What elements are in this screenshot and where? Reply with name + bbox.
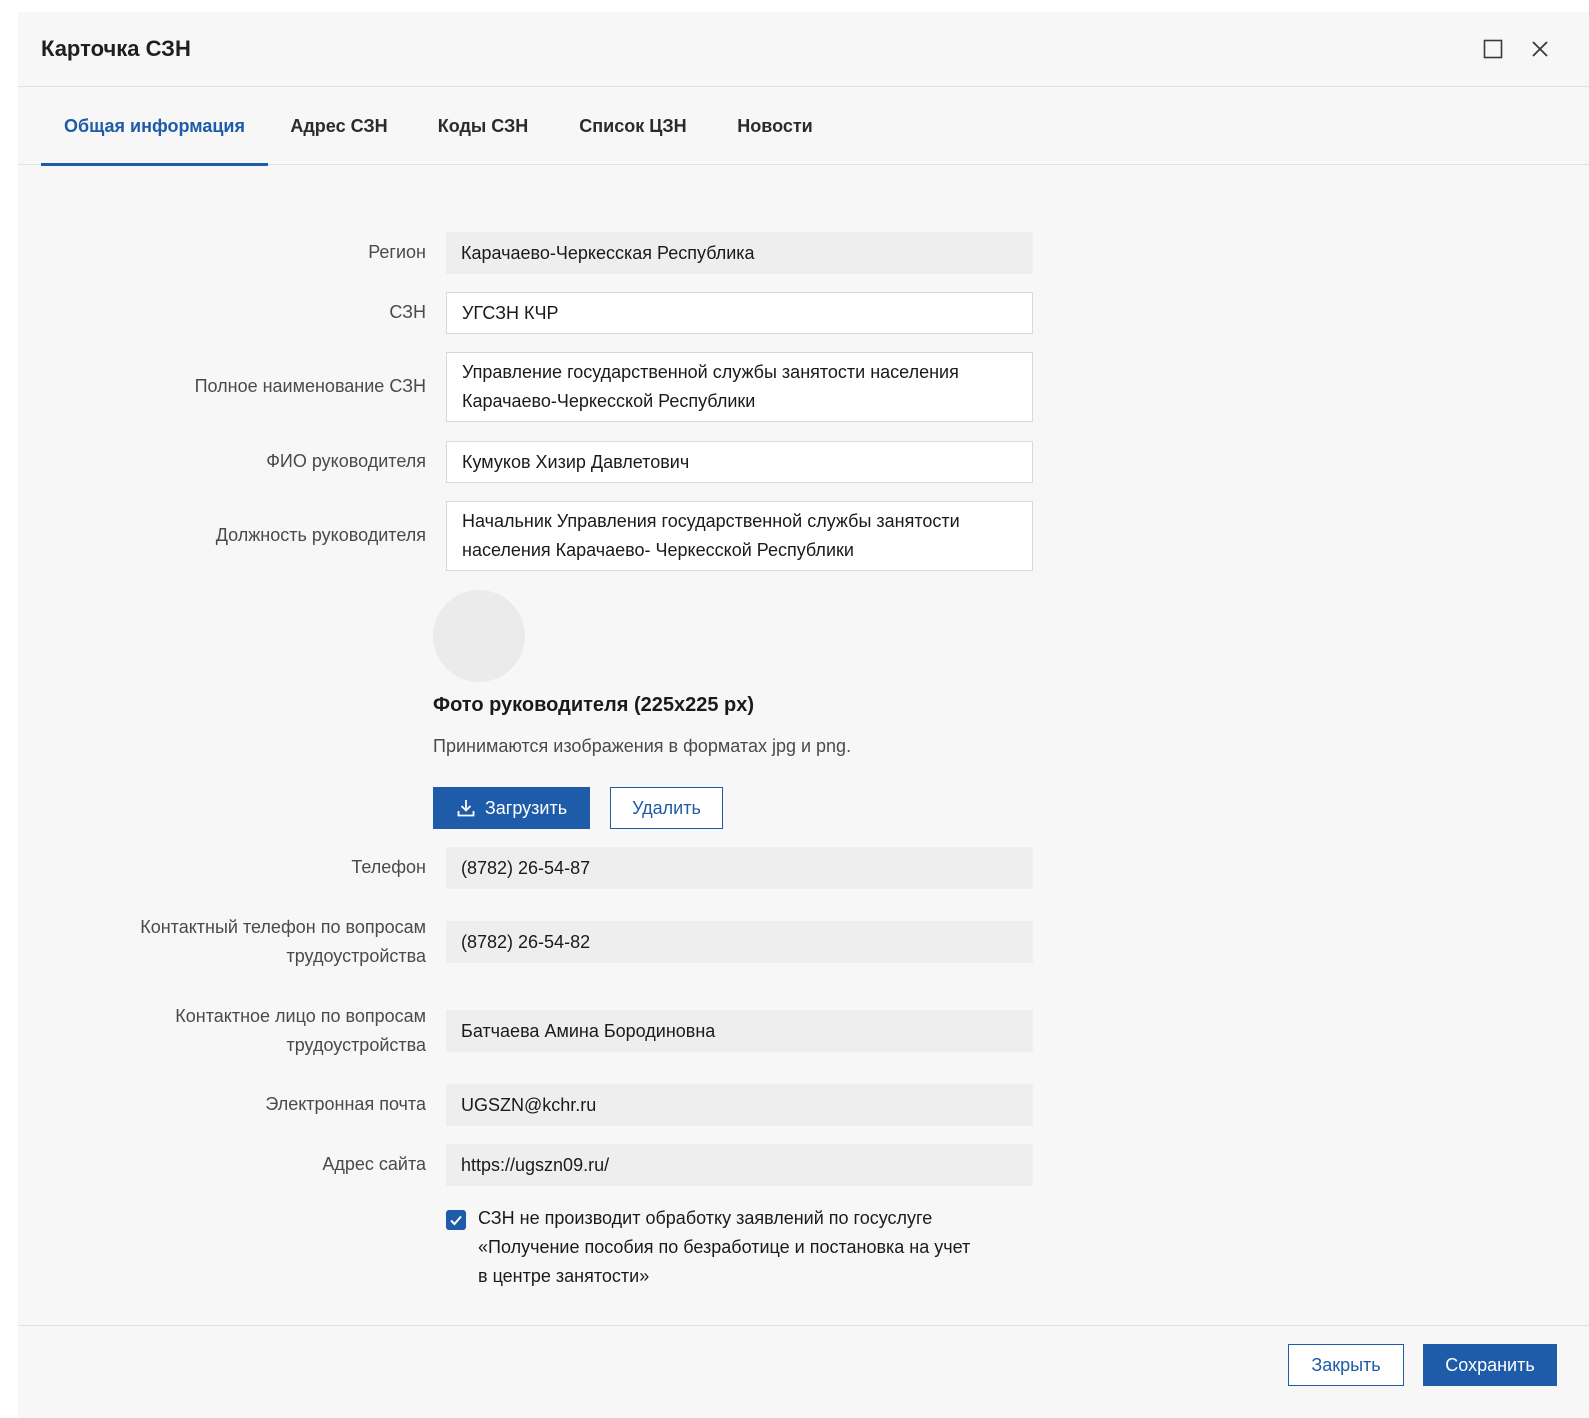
szn-label: СЗН [389,302,426,322]
full-name-label: Полное наименование СЗН [194,376,426,396]
job-contact-field: Батчаева Амина Бородиновна [446,1010,1033,1052]
tab-general-info[interactable]: Общая информация [41,87,268,166]
phone-field: (8782) 26-54-87 [446,847,1033,889]
region-value: Карачаево-Черкесская Республика [461,242,755,263]
website-value: https://ugszn09.ru/ [461,1154,610,1175]
full-name-value: Управление государственной службы занято… [462,362,959,411]
job-contact-label: Контактное лицо по вопросам трудоустройс… [175,1006,426,1055]
job-phone-value: (8782) 26-54-82 [461,931,591,952]
modal-footer: Закрыть Сохранить [18,1325,1589,1418]
email-label: Электронная почта [265,1094,426,1114]
head-position-value: Начальник Управления государственной слу… [462,511,960,560]
full-name-textarea[interactable]: Управление государственной службы занято… [446,352,1033,422]
phone-value: (8782) 26-54-87 [461,857,591,878]
head-position-label: Должность руководителя [215,525,426,545]
no-processing-label: СЗН не производит обработку заявлений по… [478,1208,971,1286]
job-contact-value: Батчаева Амина Бородиновна [461,1020,716,1041]
head-name-input[interactable]: Кумуков Хизир Давлетович [446,441,1033,483]
tab-szn-codes[interactable]: Коды СЗН [423,87,543,165]
region-field: Карачаево-Черкесская Республика [446,232,1033,274]
close-button[interactable]: Закрыть [1288,1344,1404,1386]
delete-photo-button[interactable]: Удалить [610,787,723,829]
photo-title: Фото руководителя (225x225 px) [433,694,755,716]
job-phone-field: (8782) 26-54-82 [446,921,1033,963]
szn-value: УГСЗН КЧР [462,302,559,323]
save-button[interactable]: Сохранить [1423,1344,1557,1386]
tab-szn-address[interactable]: Адрес СЗН [276,87,402,165]
tab-czn-list[interactable]: Список ЦЗН [564,87,702,165]
email-field: UGSZN@kchr.ru [446,1084,1033,1126]
szn-input[interactable]: УГСЗН КЧР [446,292,1033,334]
head-position-textarea[interactable]: Начальник Управления государственной слу… [446,501,1033,571]
no-processing-checkbox[interactable] [446,1210,466,1230]
phone-label: Телефон [351,857,426,877]
avatar [433,590,525,682]
maximize-icon [1483,39,1503,59]
checkmark-icon [450,1215,462,1226]
upload-button-label: Загрузить [484,797,568,818]
tab-news[interactable]: Новости [722,87,828,165]
close-icon [1532,41,1548,57]
website-label: Адрес сайта [322,1154,426,1174]
website-field: https://ugszn09.ru/ [446,1144,1033,1186]
szn-card-modal: Карточка СЗН Общая информация Адрес СЗН … [18,12,1589,1418]
download-icon [457,800,475,817]
modal-header: Карточка СЗН [18,12,1589,87]
email-value: UGSZN@kchr.ru [461,1094,597,1115]
region-label: Регион [368,242,426,262]
head-name-value: Кумуков Хизир Давлетович [462,451,690,472]
photo-hint: Принимаются изображения в форматах jpg и… [433,736,852,756]
modal-title: Карточка СЗН [41,36,191,61]
tab-bar: Общая информация Адрес СЗН Коды СЗН Спис… [18,87,1589,166]
upload-button[interactable]: Загрузить [433,787,590,829]
close-modal-button[interactable] [1525,34,1555,64]
job-phone-label: Контактный телефон по вопросам трудоустр… [140,917,426,966]
head-name-label: ФИО руководителя [266,451,426,471]
maximize-button[interactable] [1478,34,1508,64]
